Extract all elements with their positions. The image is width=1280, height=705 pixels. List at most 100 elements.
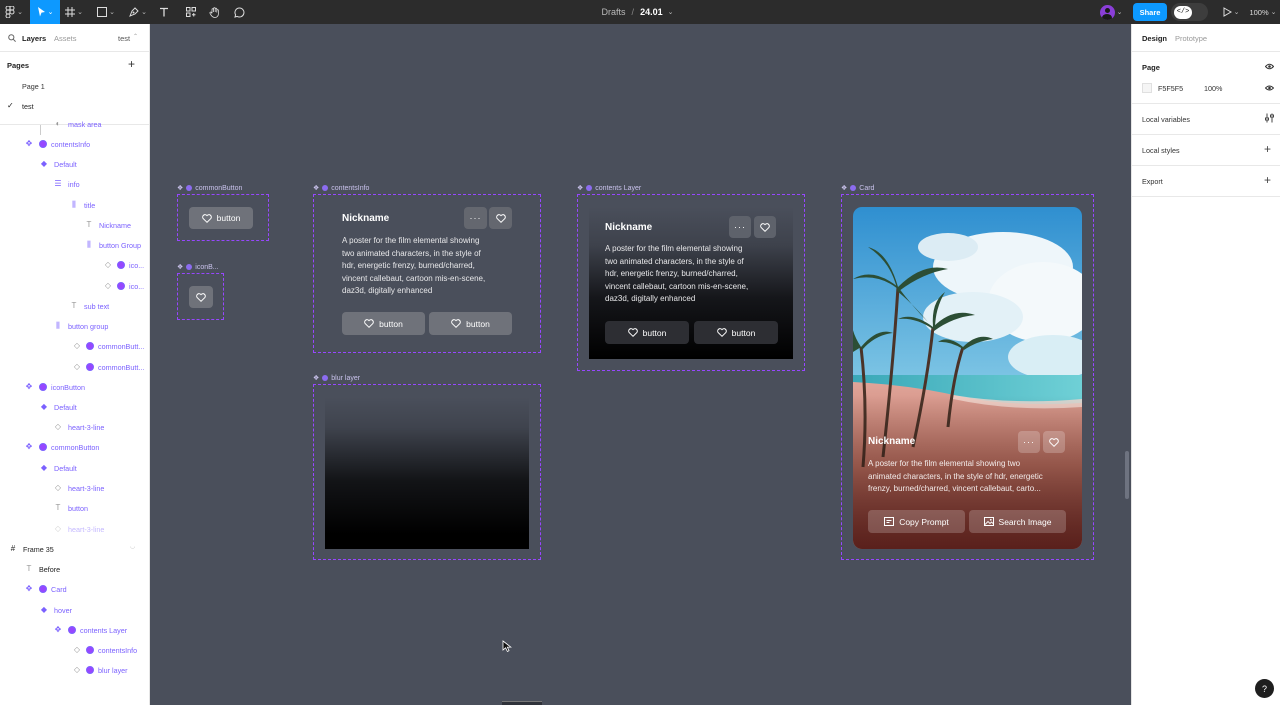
layer-item[interactable]: ⫼ button group [53, 316, 149, 336]
layer-item[interactable]: ◇ heart-3-line [53, 417, 149, 437]
layer-item[interactable]: ⫼ button Group [84, 235, 149, 255]
layer-item[interactable]: # Frame 35 [8, 539, 149, 559]
eye-icon[interactable] [1265, 84, 1274, 92]
more-button[interactable]: ··· [464, 207, 487, 229]
file-name[interactable]: 24.01 [640, 7, 663, 17]
layer-item[interactable]: ✥ commonButton [24, 437, 149, 457]
layer-item[interactable]: ◆ Default [39, 154, 149, 174]
hand-tool-button[interactable] [205, 0, 223, 24]
layer-item[interactable]: ☰ info [53, 174, 149, 194]
local-styles-label[interactable]: Local styles [1142, 146, 1180, 155]
tab-prototype[interactable]: Prototype [1175, 34, 1207, 43]
layer-item[interactable]: ◇ commonButt... [68, 336, 149, 356]
share-button[interactable]: Share [1133, 3, 1167, 21]
user-menu[interactable]: ⌄ [1095, 0, 1127, 24]
main-menu-button[interactable]: ⌄ [0, 0, 28, 24]
frame-label-contents-layer[interactable]: ❖ contents Layer [577, 184, 641, 193]
layer-item[interactable]: ⫼ title [69, 195, 149, 215]
search-icon[interactable] [8, 34, 16, 42]
resources-tool-button[interactable] [182, 0, 200, 24]
add-style-icon[interactable]: + [1264, 142, 1271, 156]
export-label[interactable]: Export [1142, 177, 1163, 186]
help-button[interactable]: ? [1255, 679, 1274, 698]
layer-item[interactable]: ◆ Default [39, 458, 149, 478]
card-more-button[interactable]: ··· [1018, 431, 1040, 453]
file-breadcrumb[interactable]: Drafts / 24.01 ⌄ [595, 0, 680, 24]
common-button[interactable]: button [429, 312, 512, 335]
layer-item[interactable]: T Nickname [84, 215, 149, 235]
page-item-1[interactable]: Page 1 [0, 77, 149, 95]
tab-design[interactable]: Design [1142, 34, 1167, 43]
card-like-button[interactable] [1043, 431, 1065, 453]
common-button-set[interactable]: button [177, 194, 269, 241]
variables-icon[interactable] [1265, 113, 1274, 123]
canvas[interactable]: ❖ commonButton button ❖ iconB... ❖ contents… [150, 24, 1131, 705]
frame-label-card[interactable]: ❖ Card [841, 184, 874, 193]
present-button[interactable]: ⌄ [1218, 0, 1244, 24]
layer-item[interactable]: ✥ iconButton [24, 377, 149, 397]
text-tool-button[interactable] [155, 0, 173, 24]
frame-label-icon-button[interactable]: ❖ iconB... [177, 263, 219, 272]
common-button[interactable]: button [694, 321, 778, 344]
layer-item[interactable]: ◆ hover [39, 600, 149, 620]
like-button[interactable] [489, 207, 512, 229]
play-icon [1223, 7, 1232, 17]
common-button[interactable]: button [605, 321, 689, 344]
frame-label-contents-info[interactable]: ❖ contentsInfo [313, 184, 369, 193]
move-tool-button[interactable]: ⌄ [30, 0, 60, 24]
frame-label-common-button[interactable]: ❖ commonButton [177, 184, 242, 193]
layer-item[interactable]: ◇ commonButt... [68, 357, 149, 377]
frame-label-blur-layer[interactable]: ❖ blur layer [313, 374, 360, 383]
layer-item[interactable]: ◆ Default [39, 397, 149, 417]
dev-mode-toggle[interactable]: </> [1171, 3, 1208, 21]
common-button[interactable]: button [342, 312, 425, 335]
layer-item[interactable]: ◇ heart-3-line [53, 478, 149, 498]
layer-item[interactable]: T Before [24, 559, 149, 579]
contents-info-set[interactable]: Nickname ··· A poster for the film eleme… [313, 194, 541, 353]
layer-item[interactable]: ✥ contents Layer [53, 620, 149, 640]
like-button[interactable] [754, 216, 776, 238]
layer-item[interactable]: ✥ contentsInfo [24, 134, 149, 154]
blur-layer-set[interactable] [313, 384, 541, 560]
icon-button-set[interactable] [177, 273, 224, 320]
search-image-button[interactable]: Search Image [969, 510, 1066, 533]
page-item-test[interactable]: ✓ test [0, 97, 149, 115]
frame-tool-button[interactable]: ⌄ [62, 0, 86, 24]
bottom-handle[interactable] [502, 701, 542, 705]
add-export-icon[interactable]: + [1264, 173, 1271, 187]
zoom-menu[interactable]: 100% ⌄ [1248, 0, 1278, 24]
vertical-scrollbar[interactable] [1125, 451, 1129, 499]
layer-item[interactable]: ◇ contentsInfo [68, 640, 149, 660]
tab-layers[interactable]: Layers [22, 34, 46, 43]
page-switcher[interactable]: test [118, 34, 130, 43]
page-label: Page 1 [22, 82, 45, 91]
pen-tool-button[interactable]: ⌄ [126, 0, 150, 24]
hidden-eye-icon[interactable]: ◡ [130, 543, 135, 550]
common-button[interactable]: button [189, 207, 253, 229]
layer-item[interactable]: Tsub text [69, 296, 149, 316]
more-button[interactable]: ··· [729, 216, 751, 238]
layer-item[interactable]: Tbutton [53, 498, 149, 518]
local-variables-label[interactable]: Local variables [1142, 115, 1190, 124]
page-opacity-value[interactable]: 100% [1204, 84, 1222, 93]
page-color-swatch[interactable] [1142, 83, 1152, 93]
layer-item[interactable]: ◇ blur layer [68, 660, 149, 680]
shape-tool-button[interactable]: ⌄ [94, 0, 118, 24]
comment-tool-button[interactable] [230, 0, 248, 24]
contents-layer-set[interactable]: Nickname ··· A poster for the film eleme… [577, 194, 805, 371]
icon-button[interactable] [189, 286, 213, 308]
breadcrumb-drafts[interactable]: Drafts [602, 7, 626, 17]
hide-icon[interactable] [1265, 62, 1274, 71]
card[interactable]: Nickname ··· A poster for the film eleme… [853, 207, 1082, 549]
layer-item[interactable]: ◇ heart-3-line [53, 519, 149, 539]
tab-assets[interactable]: Assets [54, 34, 77, 43]
layer-item[interactable]: ◇ ico... [99, 255, 149, 275]
card-set[interactable]: Nickname ··· A poster for the film eleme… [841, 194, 1094, 560]
layer-item[interactable]: ✥ Card [24, 579, 149, 599]
heart-icon [451, 319, 461, 328]
layer-item[interactable]: ◇ ico... [99, 276, 149, 296]
layer-item[interactable]: ◐ mask area [53, 114, 149, 134]
copy-prompt-button[interactable]: Copy Prompt [868, 510, 965, 533]
add-page-icon[interactable]: + [128, 57, 135, 71]
page-color-value[interactable]: F5F5F5 [1158, 84, 1183, 93]
